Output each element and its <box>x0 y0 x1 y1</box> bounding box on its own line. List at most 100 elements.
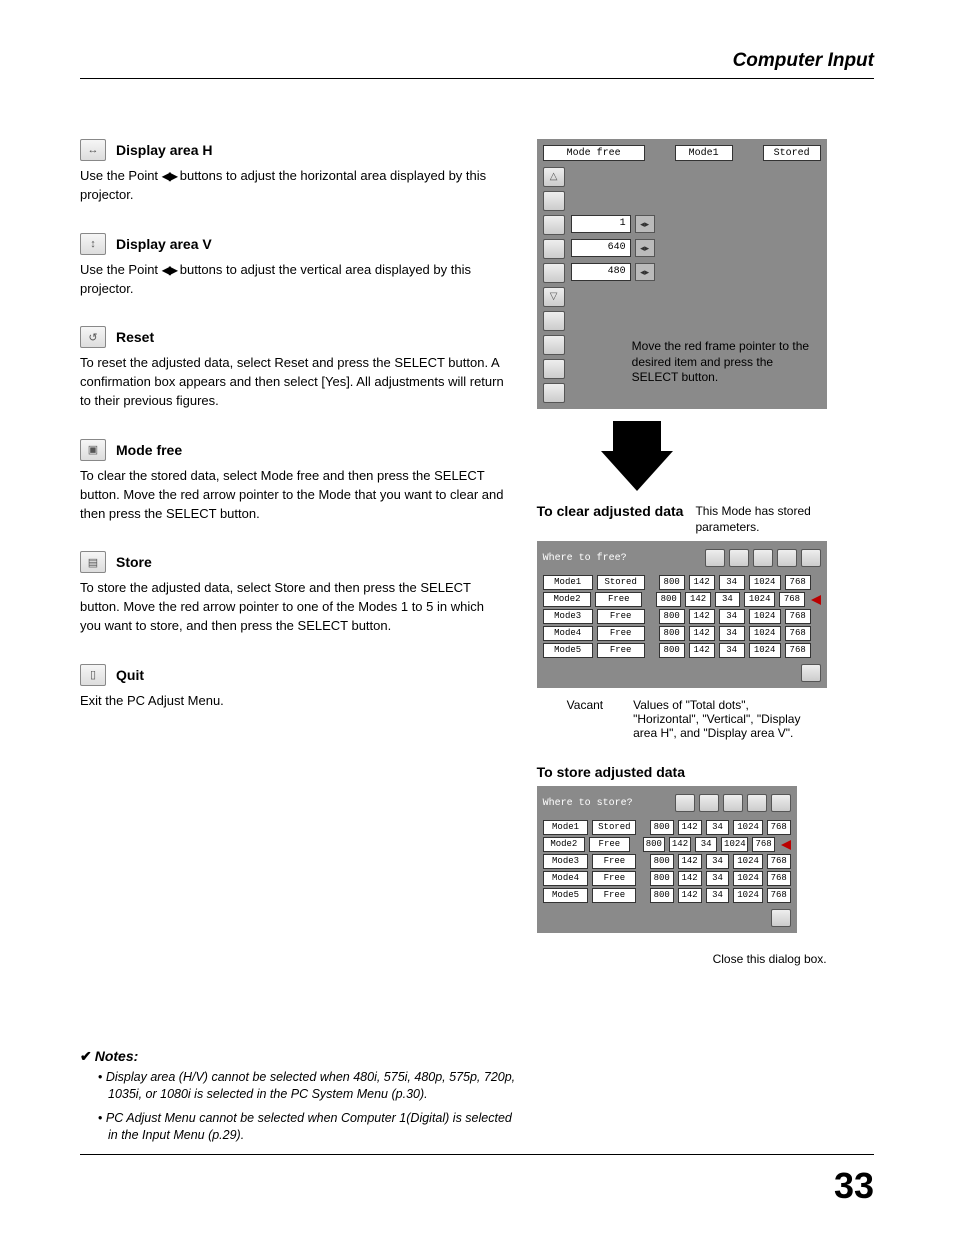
val-h: 142 <box>678 820 702 835</box>
val-dots: 800 <box>650 871 674 886</box>
text: Use the Point <box>80 168 162 183</box>
display-area-h-icon: ↔ <box>80 139 106 161</box>
table-row[interactable]: Mode4Free800142341024768 <box>543 626 821 641</box>
hdr-icon <box>753 549 773 567</box>
clear-table-title: Where to free? <box>543 553 627 564</box>
mode-status: Stored <box>592 820 636 835</box>
hdr-icon <box>705 549 725 567</box>
table-row[interactable]: Mode1Stored800142341024768 <box>543 575 821 590</box>
val-dots: 800 <box>659 575 685 590</box>
red-pointer-icon <box>811 595 821 605</box>
left-right-arrows-icon: ◀▶ <box>162 262 176 279</box>
val-h: 142 <box>689 575 715 590</box>
val-dv: 768 <box>767 854 791 869</box>
val-dv: 768 <box>785 626 811 641</box>
hdr-icon <box>777 549 797 567</box>
val-dh: 1024 <box>733 888 762 903</box>
note-item: Display area (H/V) cannot be selected wh… <box>98 1069 520 1104</box>
val-h: 142 <box>678 871 702 886</box>
osd-store-icon[interactable] <box>543 359 565 379</box>
mode-status: Free <box>592 888 636 903</box>
table-row[interactable]: Mode2Free800142341024768 <box>543 592 821 607</box>
hdr-icon <box>675 794 695 812</box>
val-dh: 1024 <box>744 592 775 607</box>
osd-adjust-arrows[interactable]: ◂▸ <box>635 263 655 281</box>
down-arrow-icon <box>601 451 673 491</box>
val-dots: 800 <box>643 837 665 852</box>
store-icon: ▤ <box>80 551 106 573</box>
val-h: 142 <box>689 643 715 658</box>
osd-down-icon[interactable]: ▽ <box>543 287 565 307</box>
osd-value-2: 640 <box>571 239 631 257</box>
red-pointer-icon <box>781 840 791 850</box>
right-column: Mode free Mode1 Stored △ ▽ <box>537 139 874 968</box>
store-body: To store the adjusted data, select Store… <box>80 579 507 636</box>
mode-name: Mode1 <box>543 575 593 590</box>
table-row[interactable]: Mode1Stored800142341024768 <box>543 820 791 835</box>
val-v: 34 <box>695 837 717 852</box>
val-h: 142 <box>689 626 715 641</box>
val-dv: 768 <box>785 575 811 590</box>
osd-item-icon[interactable] <box>543 263 565 283</box>
table-row[interactable]: Mode3Free800142341024768 <box>543 854 791 869</box>
store-title: Store <box>116 554 152 570</box>
display-area-v-title: Display area V <box>116 236 212 252</box>
mode-free-title: Mode free <box>116 442 182 458</box>
table-row[interactable]: Mode4Free800142341024768 <box>543 871 791 886</box>
val-v: 34 <box>706 820 730 835</box>
osd-up-icon[interactable]: △ <box>543 167 565 187</box>
mode-name: Mode3 <box>543 854 589 869</box>
note-item: PC Adjust Menu cannot be selected when C… <box>98 1110 520 1145</box>
osd-modefree-icon[interactable] <box>543 335 565 355</box>
page-number: 33 <box>834 1165 874 1207</box>
osd-reset-icon[interactable] <box>543 311 565 331</box>
left-right-arrows-icon: ◀▶ <box>162 168 176 185</box>
osd-mode-free-screenshot: Mode free Mode1 Stored △ ▽ <box>537 139 827 409</box>
table-row[interactable]: Mode5Free800142341024768 <box>543 643 821 658</box>
val-dv: 768 <box>752 837 774 852</box>
notes-section: ✔Notes: Display area (H/V) cannot be sel… <box>80 1048 520 1145</box>
hdr-icon <box>723 794 743 812</box>
osd-adjust-arrows[interactable]: ◂▸ <box>635 215 655 233</box>
osd-mode-label: Mode free <box>543 145 645 161</box>
hdr-icon <box>801 549 821 567</box>
osd-item-icon[interactable] <box>543 215 565 235</box>
val-dv: 768 <box>785 609 811 624</box>
table-row[interactable]: Mode3Free800142341024768 <box>543 609 821 624</box>
val-dots: 800 <box>659 626 685 641</box>
footer-divider <box>80 1154 874 1155</box>
quit-title: Quit <box>116 667 144 683</box>
mode-name: Mode4 <box>543 626 593 641</box>
osd-instruction-caption: Move the red frame pointer to the desire… <box>632 339 812 386</box>
osd-quit-icon[interactable] <box>543 383 565 403</box>
close-icon[interactable] <box>771 909 791 927</box>
osd-item-icon[interactable] <box>543 239 565 259</box>
check-icon: ✔ <box>80 1048 92 1064</box>
reset-title: Reset <box>116 329 154 345</box>
table-row[interactable]: Mode2Free800142341024768 <box>543 837 791 852</box>
val-dots: 800 <box>659 609 685 624</box>
mode-status: Free <box>595 592 642 607</box>
mode-status: Free <box>597 643 645 658</box>
hdr-icon <box>747 794 767 812</box>
val-v: 34 <box>719 575 745 590</box>
mode-free-icon: ▣ <box>80 439 106 461</box>
val-dots: 800 <box>650 888 674 903</box>
val-dots: 800 <box>656 592 681 607</box>
clear-data-heading: To clear adjusted data <box>537 503 684 519</box>
close-icon[interactable] <box>801 664 821 682</box>
val-dh: 1024 <box>749 626 781 641</box>
quit-icon: ▯ <box>80 664 106 686</box>
table-row[interactable]: Mode5Free800142341024768 <box>543 888 791 903</box>
hdr-icon <box>771 794 791 812</box>
osd-adjust-arrows[interactable]: ◂▸ <box>635 239 655 257</box>
val-dh: 1024 <box>749 609 781 624</box>
val-dh: 1024 <box>733 820 762 835</box>
osd-value-1: 1 <box>571 215 631 233</box>
osd-mode1-chip: Mode1 <box>675 145 733 161</box>
val-h: 142 <box>669 837 691 852</box>
val-h: 142 <box>685 592 710 607</box>
val-v: 34 <box>706 854 730 869</box>
val-h: 142 <box>689 609 715 624</box>
osd-item-icon[interactable] <box>543 191 565 211</box>
